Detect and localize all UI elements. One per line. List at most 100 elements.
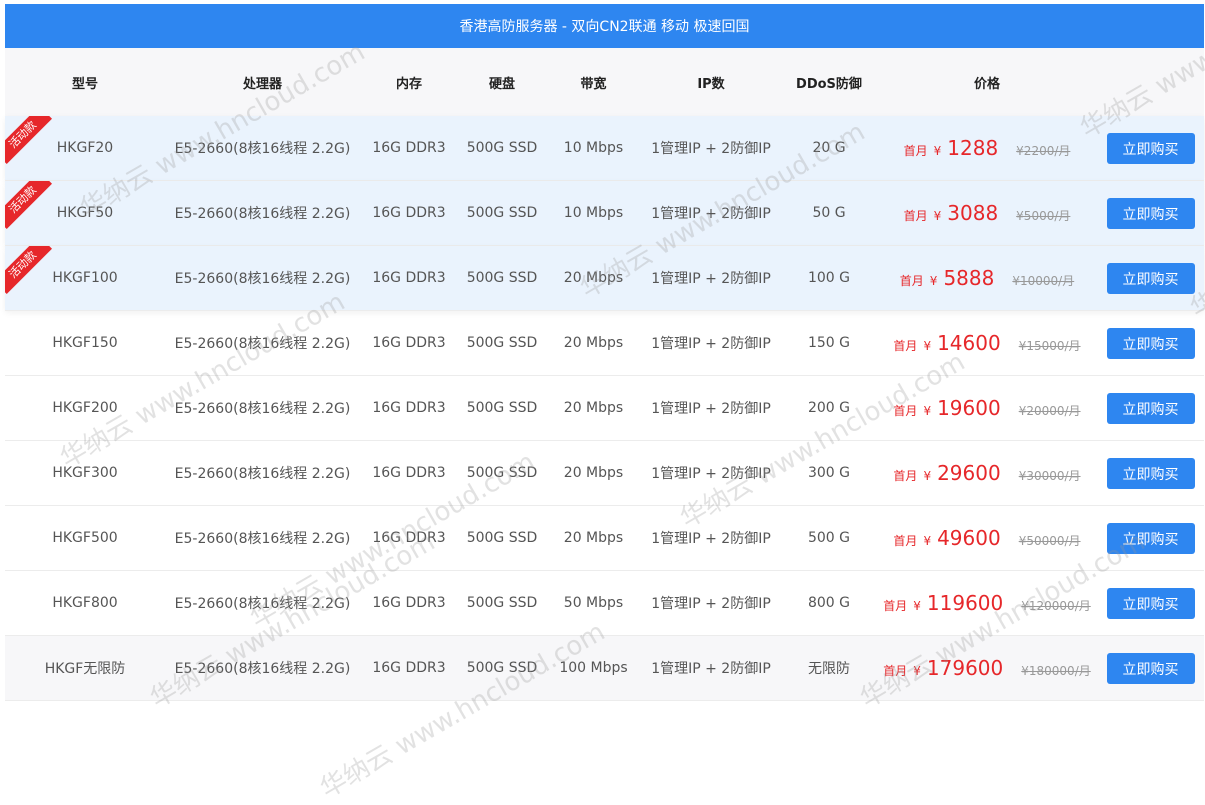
cell-ddos: 200 G	[807, 400, 851, 416]
cell-cpu: E5-2660(8核16线程 2.2G)	[174, 271, 351, 287]
price-amount: 14600	[937, 331, 1001, 355]
cell-cpu: E5-2660(8核16线程 2.2G)	[174, 336, 351, 352]
promo-badge: 活动款	[5, 246, 52, 294]
first-month-label: 首月	[893, 469, 918, 483]
cell-cpu: E5-2660(8核16线程 2.2G)	[174, 141, 351, 157]
table-row: HKGF无限防 E5-2660(8核16线程 2.2G) 16G DDR3 500G …	[5, 636, 1204, 701]
currency-symbol: ¥	[913, 664, 921, 678]
header-model: 型号	[71, 76, 98, 92]
cell-memory: 16G DDR3	[372, 270, 446, 286]
original-price: ¥30000/月	[1018, 469, 1081, 483]
cell-disk: 500G SSD	[466, 205, 538, 221]
buy-now-button[interactable]: 立即购买	[1106, 327, 1195, 359]
cell-model: HKGF200	[52, 400, 118, 416]
price-amount: 179600	[926, 656, 1004, 680]
cell-model: HKGF500	[52, 530, 118, 546]
cell-ip: 1管理IP + 2防御IP	[651, 401, 771, 417]
table-row: HKGF200 E5-2660(8核16线程 2.2G) 16G DDR3 500G …	[5, 376, 1204, 441]
cell-ip: 1管理IP + 2防御IP	[651, 336, 771, 352]
cell-ddos: 300 G	[807, 465, 851, 481]
cell-disk: 500G SSD	[466, 530, 538, 546]
first-month-label: 首月	[883, 599, 908, 613]
banner-title: 香港高防服务器 - 双向CN2联通 移动 极速回国	[459, 19, 750, 35]
buy-now-button[interactable]: 立即购买	[1106, 652, 1195, 684]
cell-ip: 1管理IP + 2防御IP	[651, 531, 771, 547]
currency-symbol: ¥	[923, 534, 932, 548]
price-amount: 5888	[943, 266, 995, 290]
cell-ddos: 无限防	[808, 661, 850, 677]
cell-price: 首月 ¥29600 ¥30000/月	[877, 461, 1097, 485]
price-amount: 19600	[937, 396, 1001, 420]
cell-ddos: 20 G	[812, 140, 846, 156]
original-price: ¥120000/月	[1021, 599, 1091, 613]
cell-disk: 500G SSD	[466, 270, 538, 286]
cell-model: HKGF800	[52, 595, 118, 611]
cell-disk: 500G SSD	[466, 335, 538, 351]
promo-badge: 活动款	[5, 116, 52, 164]
cell-memory: 16G DDR3	[372, 205, 446, 221]
cell-price: 首月 ¥1288 ¥2200/月	[877, 136, 1097, 160]
buy-now-button[interactable]: 立即购买	[1106, 132, 1195, 164]
cell-bandwidth: 20 Mbps	[563, 335, 624, 351]
currency-symbol: ¥	[933, 144, 942, 158]
cell-bandwidth: 20 Mbps	[563, 530, 624, 546]
currency-symbol: ¥	[933, 209, 942, 223]
buy-now-button[interactable]: 立即购买	[1106, 587, 1195, 619]
cell-memory: 16G DDR3	[372, 140, 446, 156]
table-row: 活动款 HKGF100 E5-2660(8核16线程 2.2G) 16G DDR3 50…	[5, 246, 1204, 311]
cell-bandwidth: 20 Mbps	[563, 270, 624, 286]
price-amount: 49600	[937, 526, 1001, 550]
cell-action: 立即购买	[1097, 392, 1204, 424]
header-cpu: 处理器	[242, 76, 282, 92]
price-amount: 29600	[937, 461, 1001, 485]
buy-now-button[interactable]: 立即购买	[1106, 522, 1195, 554]
original-price: ¥20000/月	[1018, 404, 1081, 418]
cell-ddos: 50 G	[812, 205, 846, 221]
buy-now-button[interactable]: 立即购买	[1106, 392, 1195, 424]
cell-disk: 500G SSD	[466, 400, 538, 416]
cell-model: HKGF300	[52, 465, 118, 481]
table-banner: 香港高防服务器 - 双向CN2联通 移动 极速回国	[5, 4, 1204, 48]
header-ddos: DDoS防御	[796, 76, 862, 92]
cell-cpu: E5-2660(8核16线程 2.2G)	[174, 531, 351, 547]
currency-symbol: ¥	[923, 339, 932, 353]
cell-price: 首月 ¥179600 ¥180000/月	[877, 656, 1097, 680]
buy-now-button[interactable]: 立即购买	[1106, 457, 1195, 489]
buy-now-button[interactable]: 立即购买	[1106, 197, 1195, 229]
cell-memory: 16G DDR3	[372, 530, 446, 546]
price-amount: 1288	[947, 136, 999, 160]
table-row: HKGF300 E5-2660(8核16线程 2.2G) 16G DDR3 500G …	[5, 441, 1204, 506]
cell-memory: 16G DDR3	[372, 465, 446, 481]
cell-price: 首月 ¥3088 ¥5000/月	[877, 201, 1097, 225]
cell-memory: 16G DDR3	[372, 400, 446, 416]
first-month-label: 首月	[903, 144, 928, 158]
cell-cpu: E5-2660(8核16线程 2.2G)	[174, 596, 351, 612]
cell-action: 立即购买	[1097, 522, 1204, 554]
original-price: ¥180000/月	[1021, 664, 1091, 678]
cell-ddos: 100 G	[807, 270, 851, 286]
first-month-label: 首月	[899, 274, 924, 288]
currency-symbol: ¥	[923, 469, 932, 483]
currency-symbol: ¥	[913, 599, 921, 613]
pricing-table: 香港高防服务器 - 双向CN2联通 移动 极速回国 型号 处理器 内存 硬盘 带…	[5, 4, 1204, 701]
buy-now-button[interactable]: 立即购买	[1106, 262, 1195, 294]
header-ip: IP数	[697, 76, 725, 92]
cell-memory: 16G DDR3	[372, 595, 446, 611]
table-row: HKGF800 E5-2660(8核16线程 2.2G) 16G DDR3 500G …	[5, 571, 1204, 636]
cell-bandwidth: 10 Mbps	[563, 205, 624, 221]
cell-action: 立即购买	[1097, 197, 1204, 229]
cell-bandwidth: 10 Mbps	[563, 140, 624, 156]
table-row: 活动款 HKGF20 E5-2660(8核16线程 2.2G) 16G DDR3 500…	[5, 116, 1204, 181]
cell-memory: 16G DDR3	[372, 660, 446, 676]
cell-ip: 1管理IP + 2防御IP	[651, 141, 771, 157]
cell-action: 立即购买	[1097, 132, 1204, 164]
cell-model: HKGF150	[52, 335, 118, 351]
table-row: HKGF150 E5-2660(8核16线程 2.2G) 16G DDR3 500G …	[5, 311, 1204, 376]
first-month-label: 首月	[893, 339, 918, 353]
original-price: ¥15000/月	[1018, 339, 1081, 353]
original-price: ¥10000/月	[1012, 274, 1075, 288]
currency-symbol: ¥	[923, 404, 932, 418]
cell-ddos: 150 G	[807, 335, 851, 351]
cell-ip: 1管理IP + 2防御IP	[651, 661, 771, 677]
cell-memory: 16G DDR3	[372, 335, 446, 351]
